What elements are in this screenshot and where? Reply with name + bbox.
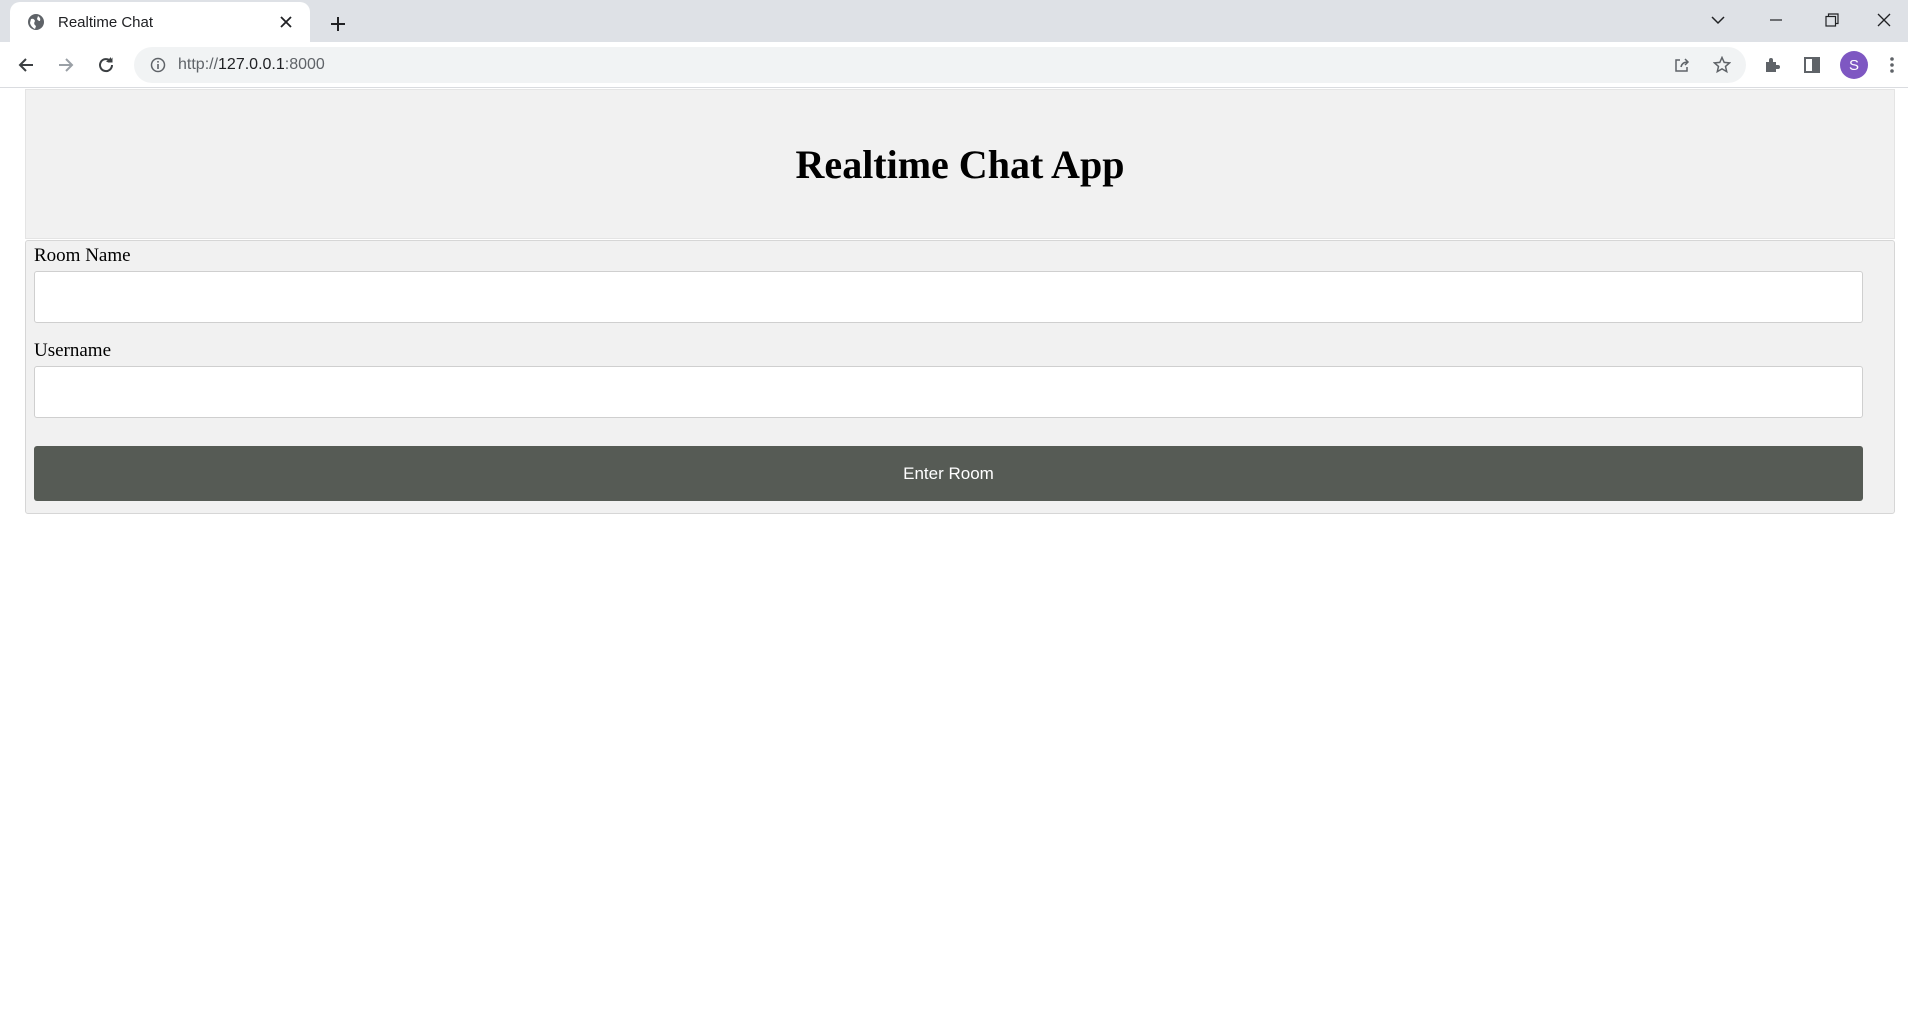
forward-arrow-icon[interactable] bbox=[50, 49, 82, 81]
username-input[interactable] bbox=[34, 366, 1863, 418]
browser-toolbar: http://127.0.0.1:8000 bbox=[0, 42, 1908, 88]
site-info-icon[interactable] bbox=[148, 55, 168, 75]
url-port: :8000 bbox=[284, 56, 325, 73]
globe-icon bbox=[26, 12, 46, 32]
bookmark-star-icon[interactable] bbox=[1708, 51, 1736, 79]
room-name-label: Room Name bbox=[34, 245, 131, 266]
back-arrow-icon[interactable] bbox=[10, 49, 42, 81]
address-bar[interactable]: http://127.0.0.1:8000 bbox=[134, 47, 1746, 83]
new-tab-plus-icon[interactable] bbox=[322, 8, 354, 40]
username-label: Username bbox=[34, 340, 112, 361]
url-text[interactable]: http://127.0.0.1:8000 bbox=[178, 56, 325, 74]
extensions-puzzle-icon[interactable] bbox=[1756, 49, 1788, 81]
side-panel-icon[interactable] bbox=[1796, 49, 1828, 81]
kebab-menu-icon[interactable] bbox=[1876, 49, 1908, 81]
room-name-input[interactable] bbox=[34, 271, 1863, 323]
enter-room-button[interactable]: Enter Room bbox=[34, 446, 1863, 501]
page-header: Realtime Chat App bbox=[25, 89, 1895, 239]
tab-realtime-chat[interactable]: Realtime Chat bbox=[10, 2, 310, 42]
restore-icon[interactable] bbox=[1804, 0, 1860, 40]
tab-title: Realtime Chat bbox=[58, 13, 154, 31]
close-window-icon[interactable] bbox=[1860, 0, 1908, 40]
minimize-icon[interactable] bbox=[1748, 0, 1804, 40]
room-form: Room Name Username Enter Room bbox=[25, 240, 1895, 514]
url-scheme: http:// bbox=[178, 56, 219, 73]
page-content: Realtime Chat App Room Name Username Ent… bbox=[0, 89, 1908, 1019]
profile-avatar[interactable]: S bbox=[1840, 51, 1868, 79]
share-icon[interactable] bbox=[1668, 51, 1696, 79]
tab-strip: Realtime Chat bbox=[0, 0, 1908, 42]
tab-close-icon[interactable] bbox=[274, 10, 298, 34]
reload-icon[interactable] bbox=[90, 49, 122, 81]
url-host: 127.0.0.1 bbox=[218, 56, 285, 73]
page-title: Realtime Chat App bbox=[795, 141, 1125, 187]
tab-search-chevron-icon[interactable] bbox=[1690, 0, 1746, 40]
